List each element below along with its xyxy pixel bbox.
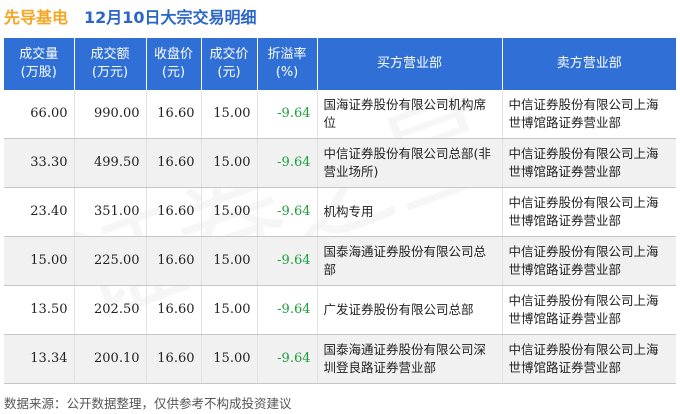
- cell-amount: 990.00: [74, 90, 147, 139]
- column-header-line: 卖方营业部: [556, 56, 622, 71]
- source-note: 数据来源：公开数据整理，仅供参考不构成投资建议: [4, 395, 292, 411]
- cell-volume: 13.50: [4, 285, 75, 335]
- column-header-close: 收盘价 (元): [146, 38, 202, 90]
- page-subtitle: 12月10日大宗交易明细: [84, 8, 257, 27]
- cell-buyer: 中信证券股份有限公司总部(非营业场所): [317, 138, 503, 188]
- cell-amount: 225.00: [74, 236, 147, 286]
- column-header-line: 成交价: [209, 47, 249, 62]
- table-row: 23.40 351.00 16.60 15.00 -9.64 机构专用 中信证券股份有限公司…: [4, 187, 676, 237]
- cell-rate: -9.64: [257, 285, 318, 335]
- column-header-line: (元): [217, 65, 241, 80]
- cell-amount: 351.00: [74, 187, 147, 237]
- column-header-amount: 成交额 (万元): [74, 38, 147, 90]
- cell-close: 16.60: [146, 90, 202, 139]
- cell-price: 15.00: [201, 187, 258, 237]
- cell-buyer: 广发证券股份有限公司总部: [317, 285, 503, 335]
- cell-volume: 66.00: [4, 90, 75, 139]
- page-title: 先导基电 12月10日大宗交易明细: [4, 2, 257, 30]
- column-header-line: 收盘价: [153, 47, 193, 62]
- cell-rate: -9.64: [257, 90, 318, 139]
- column-header-price: 成交价 (元): [201, 38, 258, 90]
- column-header-line: (万元): [91, 65, 129, 80]
- column-header-line: 买方营业部: [376, 56, 442, 71]
- cell-seller: 中信证券股份有限公司上海世博馆路证券营业部: [502, 285, 676, 335]
- cell-volume: 23.40: [4, 187, 75, 237]
- cell-seller: 中信证券股份有限公司上海世博馆路证券营业部: [502, 90, 676, 139]
- cell-buyer: 国泰海通证券股份有限公司总部: [317, 236, 503, 286]
- cell-price: 15.00: [201, 138, 258, 188]
- column-header-buyer: 买方营业部: [317, 38, 503, 90]
- table-row: 66.00 990.00 16.60 15.00 -9.64 国海证券股份有限公司机构席位…: [4, 90, 676, 139]
- cell-seller: 中信证券股份有限公司上海世博馆路证券营业部: [502, 138, 676, 188]
- stock-name: 先导基电: [4, 8, 69, 27]
- cell-volume: 33.30: [4, 138, 75, 188]
- cell-rate: -9.64: [257, 138, 318, 188]
- cell-volume: 15.00: [4, 236, 75, 286]
- cell-close: 16.60: [146, 187, 202, 237]
- column-header-line: (元): [161, 65, 186, 80]
- column-header-seller: 卖方营业部: [502, 38, 676, 90]
- cell-rate: -9.64: [257, 334, 318, 384]
- table-header-row: 成交量 (万股) 成交额 (万元) 收盘价 (元) 成交价 (元) 折溢率 (%) 买方营业部 卖方营…: [4, 38, 676, 90]
- cell-buyer: 国泰海通证券股份有限公司深圳登良路证券营业部: [317, 334, 503, 384]
- table-row: 33.30 499.50 16.60 15.00 -9.64 中信证券股份有限公司总部(非…: [4, 138, 676, 188]
- column-header-line: 折溢率: [267, 47, 307, 62]
- column-header-line: (%): [275, 65, 299, 80]
- column-header-line: (万股): [20, 65, 57, 80]
- cell-volume: 13.34: [4, 334, 75, 384]
- column-header-rate: 折溢率 (%): [257, 38, 318, 90]
- cell-close: 16.60: [146, 138, 202, 188]
- cell-seller: 中信证券股份有限公司上海世博馆路证券营业部: [502, 334, 676, 384]
- cell-rate: -9.64: [257, 236, 318, 286]
- table-row: 15.00 225.00 16.60 15.00 -9.64 国泰海通证券股份有限公司总部…: [4, 236, 676, 286]
- cell-close: 16.60: [146, 334, 202, 384]
- cell-buyer: 机构专用: [317, 187, 503, 237]
- cell-amount: 499.50: [74, 138, 147, 188]
- table-row: 13.50 202.50 16.60 15.00 -9.64 广发证券股份有限公司总部 中信…: [4, 285, 676, 335]
- cell-rate: -9.64: [257, 187, 318, 237]
- cell-price: 15.00: [201, 90, 258, 139]
- cell-close: 16.60: [146, 285, 202, 335]
- column-header-line: 成交额: [90, 47, 130, 62]
- table-row: 13.34 200.10 16.60 15.00 -9.64 国泰海通证券股份有限公司深圳…: [4, 334, 676, 384]
- cell-close: 16.60: [146, 236, 202, 286]
- cell-price: 15.00: [201, 334, 258, 384]
- cell-seller: 中信证券股份有限公司上海世博馆路证券营业部: [502, 187, 676, 237]
- cell-price: 15.00: [201, 285, 258, 335]
- cell-buyer: 国海证券股份有限公司机构席位: [317, 90, 503, 139]
- column-header-line: 成交量: [19, 47, 59, 62]
- block-trade-table: 成交量 (万股) 成交额 (万元) 收盘价 (元) 成交价 (元) 折溢率 (%) 买方营业部 卖方营…: [4, 38, 676, 384]
- cell-seller: 中信证券股份有限公司上海世博馆路证券营业部: [502, 236, 676, 286]
- column-header-volume: 成交量 (万股): [4, 38, 75, 90]
- cell-amount: 202.50: [74, 285, 147, 335]
- table-body: 66.00 990.00 16.60 15.00 -9.64 国海证券股份有限公司机构席位…: [4, 90, 676, 384]
- cell-price: 15.00: [201, 236, 258, 286]
- cell-amount: 200.10: [74, 334, 147, 384]
